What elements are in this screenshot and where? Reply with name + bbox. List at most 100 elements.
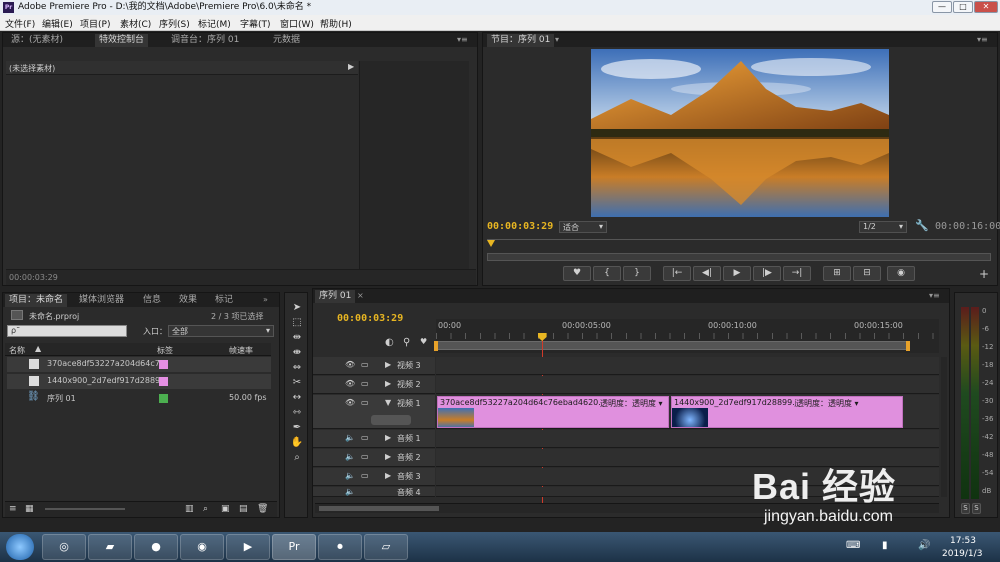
expand-arrow-icon[interactable]: ▶ xyxy=(348,62,354,71)
tab-effects[interactable]: 效果 xyxy=(175,294,201,307)
project-panel-menu-icon[interactable]: » xyxy=(263,295,268,304)
automate-icon[interactable]: ▥ xyxy=(185,504,194,514)
taskbar-ie-icon[interactable]: ◎ xyxy=(42,534,86,560)
project-item-image-1[interactable]: 370ace8df53227a204d64c7 xyxy=(7,357,271,372)
step-forward-button[interactable]: |▶ xyxy=(753,266,781,281)
menu-help[interactable]: 帮助(H) xyxy=(320,17,352,30)
play-button[interactable]: ▶ xyxy=(723,266,751,281)
speaker-icon[interactable]: 🔈 xyxy=(345,433,355,442)
lift-button[interactable]: ⊞ xyxy=(823,266,851,281)
track-lane-video-3[interactable] xyxy=(436,357,939,375)
track-header-video-3[interactable]: 👁 ▭ ▶ 视频 3 xyxy=(313,357,435,375)
speaker-icon[interactable]: 🔈 xyxy=(345,471,355,480)
clock-time[interactable]: 17:53 xyxy=(950,536,976,546)
track-header-audio-2[interactable]: 🔈 ▭ ▶ 音频 2 xyxy=(313,449,435,467)
mark-out-button[interactable]: } xyxy=(623,266,651,281)
program-dropdown-icon[interactable]: ▾ xyxy=(555,35,559,44)
video-clip-2[interactable]: 1440x900_2d7edf917d28899.jpg 透明度：透明度 ▾ xyxy=(671,396,903,428)
lock-icon[interactable]: ▭ xyxy=(361,398,369,407)
minimize-button[interactable]: — xyxy=(932,1,952,13)
link-icon[interactable]: ⚲ xyxy=(403,337,410,348)
tab-metadata[interactable]: 元数据 xyxy=(269,34,304,47)
find-icon[interactable]: ⌕ xyxy=(203,504,208,514)
program-panel-menu-icon[interactable]: ▾≡ xyxy=(977,35,988,44)
zoom-slider[interactable] xyxy=(45,508,125,510)
ripple-edit-tool-icon[interactable]: ⇹ xyxy=(290,331,304,344)
keyframe-nav[interactable] xyxy=(371,415,411,425)
column-name[interactable]: 名称 xyxy=(9,345,25,356)
zoom-tool-icon[interactable]: ⌕ xyxy=(290,451,304,464)
taskbar-premiere-icon[interactable]: Pr xyxy=(272,534,316,560)
taskbar-record-icon[interactable]: ⏺ xyxy=(318,534,362,560)
tray-volume-icon[interactable]: 🔊 xyxy=(918,540,930,551)
slide-tool-icon[interactable]: ⇿ xyxy=(290,406,304,419)
work-area-start-handle[interactable] xyxy=(434,341,438,351)
export-frame-button[interactable]: ◉ xyxy=(887,266,915,281)
program-current-timecode[interactable]: 00:00:03:29 xyxy=(487,221,553,232)
tab-audio-mixer[interactable]: 调音台：序列 01 xyxy=(167,34,243,47)
lock-icon[interactable]: ▭ xyxy=(361,379,369,388)
selection-tool-icon[interactable]: ➤ xyxy=(290,301,304,314)
track-lane-video-1[interactable]: 370ace8df53227a204d64c76ebad4620.jpg 透明度… xyxy=(436,395,939,429)
expand-track-icon[interactable]: ▶ xyxy=(385,471,391,480)
eye-icon[interactable]: 👁 xyxy=(345,398,355,407)
clip-fx-dropdown[interactable]: 透明度：透明度 ▾ xyxy=(600,398,663,409)
razor-tool-icon[interactable]: ✂ xyxy=(290,376,304,389)
menu-project[interactable]: 项目(P) xyxy=(80,17,110,30)
menu-file[interactable]: 文件(F) xyxy=(5,17,35,30)
panel-menu-icon[interactable]: ▾≡ xyxy=(457,35,468,44)
taskbar-notes-icon[interactable]: ▱ xyxy=(364,534,408,560)
project-item-image-2[interactable]: 1440x900_2d7edf917d28899 xyxy=(7,374,271,389)
tab-sequence-01[interactable]: 序列 01 xyxy=(315,290,356,303)
tab-source[interactable]: 源：(无素材) xyxy=(7,34,67,47)
snap-icon[interactable]: ◐ xyxy=(385,337,394,348)
pen-tool-icon[interactable]: ✒ xyxy=(290,421,304,434)
resolution-dropdown[interactable]: 1/2 ▾ xyxy=(859,221,907,233)
program-playhead-icon[interactable] xyxy=(487,240,495,247)
eye-icon[interactable]: 👁 xyxy=(345,379,355,388)
track-select-tool-icon[interactable]: ⬚ xyxy=(290,316,304,329)
taskbar-qq-icon[interactable]: ● xyxy=(134,534,178,560)
close-button[interactable]: ✕ xyxy=(974,1,998,13)
mark-in-button[interactable]: { xyxy=(593,266,621,281)
taskbar-camtasia-icon[interactable]: ▶ xyxy=(226,534,270,560)
menu-title[interactable]: 字幕(T) xyxy=(240,17,271,30)
expand-track-icon[interactable]: ▶ xyxy=(385,360,391,369)
track-header-video-1[interactable]: 👁 ▭ ▼ 视频 1 xyxy=(313,395,435,429)
tab-program[interactable]: 节目：序列 01 xyxy=(487,34,555,47)
timeline-ruler[interactable]: 00:00 00:00:05:00 00:00:10:00 00:00:15:0… xyxy=(434,319,939,353)
tab-markers[interactable]: 标记 xyxy=(211,294,237,307)
menu-window[interactable]: 窗口(W) xyxy=(280,17,314,30)
track-header-video-2[interactable]: 👁 ▭ ▶ 视频 2 xyxy=(313,376,435,394)
speaker-icon[interactable]: 🔈 xyxy=(345,487,355,496)
step-back-button[interactable]: ◀| xyxy=(693,266,721,281)
lock-icon[interactable]: ▭ xyxy=(361,360,369,369)
tab-effect-controls[interactable]: 特效控制台 xyxy=(95,34,149,47)
tab-info[interactable]: 信息 xyxy=(139,294,165,307)
inpoint-dropdown[interactable]: 全部 ▾ xyxy=(168,325,274,337)
trash-icon[interactable]: 🗑 xyxy=(257,504,268,514)
menu-clip[interactable]: 素材(C) xyxy=(120,17,151,30)
work-area-bar[interactable] xyxy=(436,341,908,350)
eye-icon[interactable]: 👁 xyxy=(345,360,355,369)
expand-track-icon[interactable]: ▶ xyxy=(385,452,391,461)
close-tab-icon[interactable]: × xyxy=(357,291,364,300)
scrollbar-thumb[interactable] xyxy=(319,506,439,511)
sort-arrow-icon[interactable]: ▲ xyxy=(35,344,41,353)
expand-track-icon[interactable]: ▶ xyxy=(385,433,391,442)
start-button[interactable] xyxy=(6,534,34,560)
program-mini-ruler[interactable] xyxy=(487,239,991,251)
new-bin-icon[interactable]: ▣ xyxy=(221,504,230,514)
timeline-current-timecode[interactable]: 00:00:03:29 xyxy=(337,313,403,324)
restore-button[interactable]: □ xyxy=(953,1,973,13)
video-clip-1[interactable]: 370ace8df53227a204d64c76ebad4620.jpg 透明度… xyxy=(437,396,669,428)
taskbar-firefox-icon[interactable]: ◉ xyxy=(180,534,224,560)
tray-network-icon[interactable]: ▮ xyxy=(882,540,888,551)
column-fps[interactable]: 帧速率 xyxy=(229,345,253,356)
track-lane-video-2[interactable] xyxy=(436,376,939,394)
track-header-audio-1[interactable]: 🔈 ▭ ▶ 音频 1 xyxy=(313,430,435,448)
work-area-end-handle[interactable] xyxy=(906,341,910,351)
fit-dropdown[interactable]: 适合 ▾ xyxy=(559,221,607,233)
menu-edit[interactable]: 编辑(E) xyxy=(42,17,73,30)
rolling-edit-tool-icon[interactable]: ⇼ xyxy=(290,346,304,359)
